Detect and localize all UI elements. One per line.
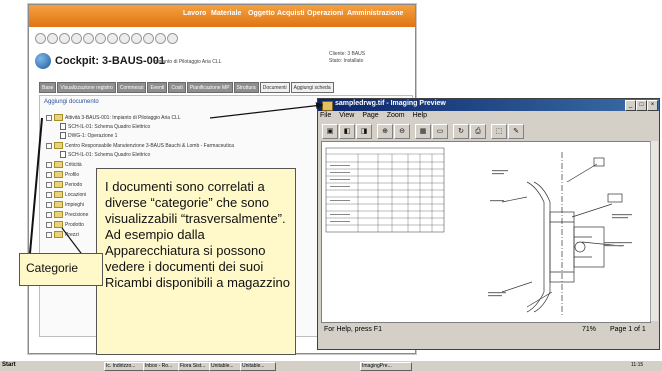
tree-node-centro[interactable]: Centro Responsabile Manutenzione 3-BAUS … (46, 142, 234, 149)
menu-help[interactable]: Help (413, 112, 427, 122)
technical-drawing-image (325, 147, 632, 317)
tree-node-prodotto[interactable]: Prodotto (46, 221, 84, 228)
categorie-label-box: Categorie (19, 253, 103, 286)
nav-amministrazione[interactable]: Amministrazione (347, 10, 403, 17)
annotate-icon[interactable]: ✎ (508, 124, 524, 139)
thumbnails-icon[interactable]: ▦ (415, 124, 431, 139)
tree-node-profilo[interactable]: Profilo (46, 171, 79, 178)
cockpit-logo-icon (35, 53, 51, 69)
status-page: Page 1 of 1 (610, 326, 646, 333)
tree-doc-dwg[interactable]: DWG-1: Operazione 1 (60, 132, 117, 139)
tree-node-periodo[interactable]: Periodo (46, 181, 82, 188)
select-icon[interactable]: ⬚ (491, 124, 507, 139)
tab-struttura[interactable]: Struttura (233, 82, 259, 93)
menu-zoom[interactable]: Zoom (387, 112, 405, 122)
menu-file[interactable]: File (320, 112, 331, 122)
status-zoom: 71% (582, 326, 597, 333)
fit-page-icon[interactable]: ▭ (432, 124, 448, 139)
preview-title: sampledrwg.tif - Imaging Preview (335, 100, 446, 107)
next-page-icon[interactable]: ◨ (356, 124, 372, 139)
start-button[interactable]: Start (2, 362, 16, 368)
tab-commessi[interactable]: Commessi (116, 82, 147, 93)
windows-taskbar: Start Ic. Indirizzo... Inbox - Ro... Fio… (0, 360, 662, 371)
prev-page-icon[interactable]: ◧ (339, 124, 355, 139)
cockpit-tabs: Base Visualizzazione registro Commessi E… (39, 82, 335, 93)
cockpit-subtitle: Impianto di Pilotaggio Aria CLL (153, 59, 222, 65)
nav-materiale[interactable]: Materiale (211, 10, 241, 17)
folder-icon (54, 114, 63, 121)
tab-costi[interactable]: Costi (168, 82, 186, 93)
folder-icon (54, 231, 63, 238)
document-icon (60, 123, 66, 130)
imaging-app-icon (322, 101, 333, 111)
toolbar-circle-buttons[interactable] (35, 31, 179, 45)
tree-node-attivita[interactable]: Attività 3-BAUS-001: Impianto di Pilotag… (46, 114, 181, 121)
folder-icon (54, 181, 63, 188)
nav-acquisti[interactable]: Acquisti (277, 10, 305, 17)
preview-toolbar: ▣ ◧ ◨ ⊕ ⊖ ▦ ▭ ↻ ⎙ ⬚ ✎ (322, 124, 525, 139)
document-icon (60, 151, 66, 158)
zoom-in-icon[interactable]: ⊕ (377, 124, 393, 139)
folder-icon (54, 191, 63, 198)
imaging-preview-window: sampledrwg.tif - Imaging Preview _ □ × F… (317, 98, 660, 350)
tree-node-precisione[interactable]: Precisione (46, 211, 88, 218)
callout-text: I documenti sono correlati a diverse “ca… (105, 179, 290, 290)
preview-titlebar[interactable]: sampledrwg.tif - Imaging Preview _ □ × (318, 99, 659, 111)
folder-icon (54, 221, 63, 228)
tab-registro[interactable]: Visualizzazione registro (57, 82, 116, 93)
menu-page[interactable]: Page (362, 112, 378, 122)
open-icon[interactable]: ▣ (322, 124, 338, 139)
rotate-icon[interactable]: ↻ (453, 124, 469, 139)
stato-label: Stato: Installato (329, 58, 364, 64)
tree-node-locazioni[interactable]: Locazioni (46, 191, 86, 198)
preview-statusbar: For Help, press F1 71% Page 1 of 1 (320, 325, 657, 336)
close-icon[interactable]: × (647, 100, 658, 111)
folder-icon (54, 201, 63, 208)
folder-icon (54, 142, 63, 149)
tree-node-criticita[interactable]: Criticità (46, 161, 82, 168)
preview-menubar: File View Page Zoom Help (320, 112, 435, 122)
tab-documenti[interactable]: Documenti (259, 82, 290, 93)
tab-base[interactable]: Base (39, 82, 57, 93)
folder-icon (54, 171, 63, 178)
document-icon (60, 132, 66, 139)
explanation-callout: I documenti sono correlati a diverse “ca… (96, 168, 296, 355)
folder-icon (54, 161, 63, 168)
print-icon[interactable]: ⎙ (470, 124, 486, 139)
zoom-out-icon[interactable]: ⊖ (394, 124, 410, 139)
tree-node-prezzi[interactable]: Prezzi (46, 231, 79, 238)
nav-lavoro[interactable]: Lavoro (183, 10, 206, 17)
top-navigation-bar: Lavoro Materiale Oggetto Acquisti Operaz… (29, 5, 415, 27)
document-preview-area[interactable] (321, 141, 651, 323)
minimize-icon[interactable]: _ (625, 100, 636, 111)
menu-view[interactable]: View (339, 112, 354, 122)
preview-vertical-scrollbar[interactable] (650, 141, 658, 321)
cockpit-title: Cockpit: 3-BAUS-001 (55, 55, 166, 67)
tab-pianificazione[interactable]: Pianificazione MP (186, 82, 233, 93)
tab-aggiungi-scheda[interactable]: Aggiungi scheda (290, 82, 334, 93)
system-clock: 11:15 (631, 362, 644, 368)
nav-oggetto[interactable]: Oggetto (248, 10, 275, 17)
cockpit-info: Cliente: 3 BAUS Stato: Installato (329, 51, 365, 65)
cliente-label: Cliente: 3 BAUS (329, 51, 366, 57)
categorie-label: Categorie (26, 261, 79, 275)
tree-doc-schema-1[interactable]: SCH-IL-01: Schema Quadro Elettrico (60, 123, 150, 130)
tree-node-impieghi[interactable]: Impieghi (46, 201, 84, 208)
tab-eventi[interactable]: Eventi (147, 82, 168, 93)
aggiungi-documento-link[interactable]: Aggiungi documento (44, 99, 99, 105)
status-help-text: For Help, press F1 (324, 326, 382, 333)
folder-icon (54, 211, 63, 218)
nav-operazioni[interactable]: Operazioni (307, 10, 343, 17)
maximize-icon[interactable]: □ (636, 100, 647, 111)
tree-doc-schema-2[interactable]: SCH-IL-01: Schema Quadro Elettrico (60, 151, 150, 158)
